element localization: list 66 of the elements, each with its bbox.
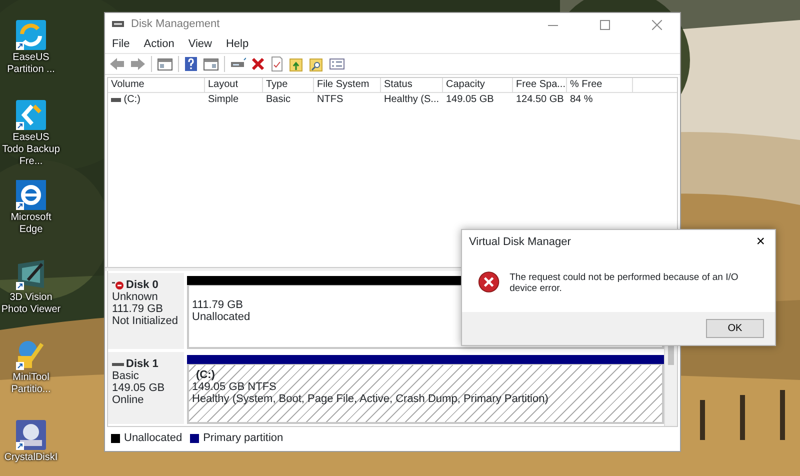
table-cell: NTFS	[317, 93, 344, 106]
error-icon	[478, 270, 500, 294]
disk-detail: Unknown	[112, 291, 159, 303]
app-shortcut-icon[interactable]	[14, 418, 48, 452]
table-cell: Healthy (S...	[384, 93, 440, 106]
app-shortcut-icon[interactable]	[14, 98, 48, 132]
legend-label: Unallocated	[124, 430, 182, 446]
table-cell: 124.50 GB	[516, 93, 564, 106]
close-icon	[652, 20, 662, 30]
folder-search-icon[interactable]	[309, 56, 324, 72]
column-header[interactable]: Layout	[205, 78, 263, 92]
partition-detail: 149.05 GB NTFS	[192, 381, 278, 393]
disk-name: Disk 0	[126, 279, 158, 291]
desktop-icon-label[interactable]: MiniTool Partitio...	[1, 372, 61, 396]
back-icon[interactable]	[109, 57, 125, 71]
menu-item[interactable]: View	[188, 36, 212, 52]
app-shortcut-icon[interactable]	[14, 178, 48, 212]
disk-drive-icon	[111, 18, 125, 30]
disk-detail: Basic	[112, 370, 140, 382]
disk-detail: 111.79 GB	[112, 303, 164, 315]
column-header[interactable]: Free Spa...	[513, 78, 567, 92]
table-cell: (C:)	[124, 93, 140, 106]
partition-detail: Unallocated	[192, 311, 252, 323]
table-cell: Basic	[266, 93, 290, 106]
app-shortcut-icon[interactable]	[14, 18, 48, 52]
cross-icon[interactable]	[251, 57, 265, 71]
column-header[interactable]: Capacity	[443, 78, 513, 92]
table-cell: Simple	[208, 93, 239, 106]
partition-name: (C:)	[195, 369, 216, 381]
table-cell: 149.05 GB	[446, 93, 494, 106]
forward-icon[interactable]	[130, 57, 146, 71]
menu-item[interactable]: Help	[226, 36, 249, 52]
desktop-icon-label[interactable]: 3D Vision Photo Viewer	[1, 292, 61, 316]
disk-info-panel[interactable]: Disk 0 Unknown 111.79 GB Not Initialized	[108, 273, 184, 349]
ok-button[interactable]: OK	[706, 319, 764, 338]
column-header[interactable]: Status	[381, 78, 443, 92]
menu-item[interactable]: File	[112, 36, 130, 52]
menu-item[interactable]: Action	[144, 36, 174, 52]
disk-detail: Online	[112, 394, 145, 406]
disk-info-panel[interactable]: Disk 1 Basic 149.05 GB Online	[108, 352, 184, 424]
desktop-icon-label[interactable]: EaseUS Partition ...	[1, 52, 61, 76]
document-check-icon[interactable]	[270, 56, 284, 72]
legend-label: Primary partition	[203, 430, 284, 446]
dialog-title: Virtual Disk Manager	[469, 234, 571, 250]
maximize-icon	[600, 20, 610, 30]
disk-detail: 149.05 GB	[112, 382, 166, 394]
partition-panel[interactable]: (C:) 149.05 GB NTFS Healthy (System, Boot, Page File, Active, Crash Dump, Primary Partition)	[187, 364, 664, 424]
table-cell: 84 %	[570, 93, 593, 106]
close-button[interactable]: ×	[752, 234, 769, 250]
drive-icon	[111, 96, 121, 102]
panel-icon[interactable]	[157, 57, 173, 71]
column-header[interactable]: % Free	[567, 78, 633, 92]
help-icon[interactable]	[184, 56, 198, 72]
partition-detail: Healthy (System, Boot, Page File, Active, Crash Dump, Primary Partition)	[192, 393, 550, 405]
disk-detail: Not Initialized	[112, 315, 180, 327]
column-header[interactable]: Type	[263, 78, 314, 92]
panel-icon[interactable]	[203, 57, 219, 71]
list-icon[interactable]	[329, 57, 345, 71]
column-header[interactable]: Volume	[108, 78, 205, 92]
desktop-icon-label[interactable]: EaseUS Todo Backup Fre...	[1, 132, 61, 168]
window-title: Disk Management	[131, 16, 221, 32]
partition-detail: 111.79 GB	[192, 299, 244, 311]
error-disk-icon	[112, 280, 124, 290]
desktop-icon-label[interactable]: Microsoft Edge	[1, 212, 61, 236]
column-header[interactable]: File System	[314, 78, 381, 92]
disk-name: Disk 1	[126, 358, 158, 370]
